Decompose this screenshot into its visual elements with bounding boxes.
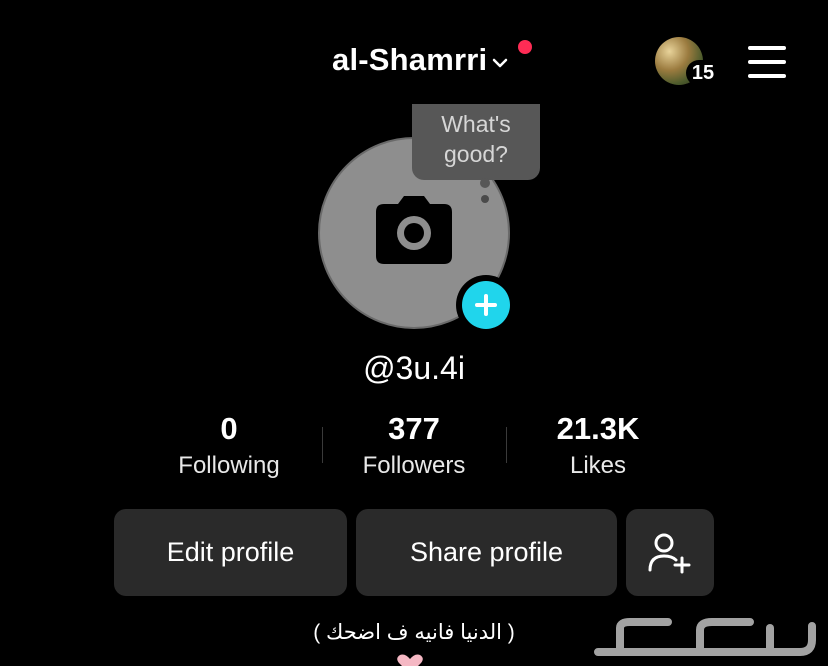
status-bubble[interactable]: What's good? <box>412 104 540 180</box>
stat-following[interactable]: 0 Following <box>129 410 329 484</box>
stat-value: 21.3K <box>556 411 640 446</box>
heart-emoji-icon <box>397 654 423 666</box>
account-switcher[interactable]: al-Shamrri <box>332 40 508 80</box>
username-title: al-Shamrri <box>332 42 488 77</box>
add-friends-button[interactable] <box>626 509 714 596</box>
stat-label: Followers <box>362 452 466 479</box>
stat-likes[interactable]: 21.3K Likes <box>498 410 698 484</box>
bubble-tail <box>480 178 490 188</box>
stat-label: Following <box>178 452 280 479</box>
edit-profile-button[interactable]: Edit profile <box>114 509 347 596</box>
bubble-tail-dot <box>481 195 489 203</box>
stat-value: 377 <box>388 411 440 446</box>
share-profile-button[interactable]: Share profile <box>356 509 617 596</box>
stat-label: Likes <box>569 452 627 479</box>
chevron-down-icon <box>493 58 508 68</box>
story-count-badge: 15 <box>686 60 720 86</box>
plus-icon <box>462 281 510 329</box>
top-bar: al-Shamrri 15 <box>0 0 828 110</box>
stat-value: 0 <box>220 411 238 446</box>
hamburger-menu-icon[interactable] <box>746 44 790 80</box>
notification-dot <box>518 40 532 54</box>
profile-handle: @3u.4i <box>363 350 465 386</box>
stat-followers[interactable]: 377 Followers <box>314 410 514 484</box>
camera-icon <box>376 196 452 264</box>
watermark-logo <box>594 618 816 656</box>
status-bubble-line1: What's <box>441 111 511 137</box>
add-friend-icon <box>648 533 691 573</box>
add-photo-button[interactable] <box>456 275 516 335</box>
status-bubble-line2: good? <box>444 141 508 167</box>
